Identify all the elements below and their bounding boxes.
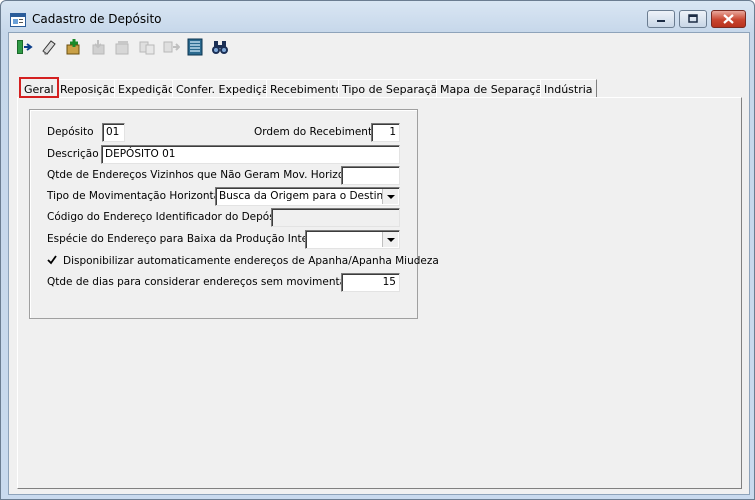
save-button[interactable] [88,35,110,59]
especie-endereco-select[interactable] [305,230,400,249]
save-icon [92,40,105,55]
new-button[interactable] [63,35,85,59]
minimize-button[interactable] [647,10,675,28]
tab-mapa-separacao[interactable]: Mapa de Separação [436,79,553,98]
tab-recebimento[interactable]: Recebimento [266,79,347,98]
close-button[interactable] [711,10,746,28]
codigo-endereco-input[interactable] [271,208,400,227]
tab-reposicao[interactable]: Reposição [56,79,120,98]
qtde-vizinhos-input[interactable] [341,166,400,185]
tab-expedicao[interactable]: Expedição [114,79,179,98]
eraser-icon [42,40,56,55]
disponibilizar-checkbox[interactable] [46,254,58,266]
copy-button[interactable] [136,35,158,59]
descricao-label: Descrição [47,148,99,160]
qtde-dias-label: Qtde de dias para considerar endereços s… [47,276,365,288]
chevron-down-icon[interactable] [382,232,398,247]
ordem-recebimento-input[interactable]: 1 [371,123,400,142]
list-button[interactable] [184,35,206,59]
tab-tipo-separacao[interactable]: Tipo de Separação [338,79,449,98]
tab-industria[interactable]: Indústria [540,79,597,98]
general-form-group: Depósito 01 Ordem do Recebimento 1 Descr… [29,109,439,319]
qtde-vizinhos-label: Qtde de Endereços Vizinhos que Não Geram… [47,169,365,181]
erase-button[interactable] [38,35,60,59]
descricao-input[interactable]: DEPÓSITO 01 [101,145,400,164]
close-icon [723,14,734,24]
toolbar [11,35,747,61]
cancel-edit-button[interactable] [112,35,134,59]
tipo-movimentacao-value: Busca da Origem para o Destino [219,190,390,202]
app-window-icon [10,13,26,27]
title-bar[interactable]: Cadastro de Depósito [1,1,754,35]
tab-confer-expedicao[interactable]: Confer. Expedição [172,79,280,98]
tipo-movimentacao-label: Tipo de Movimentação Horizontal [47,190,223,202]
copy-icon [139,41,155,55]
exit-door-icon [17,40,33,54]
especie-endereco-label: Espécie do Endereço para Baixa da Produç… [47,233,326,245]
disponibilizar-label[interactable]: Disponibilizar automaticamente endereços… [63,255,439,267]
maximize-button[interactable] [679,10,707,28]
checkmark-icon [47,255,57,265]
new-record-icon [66,39,80,55]
delete-button[interactable] [160,35,182,59]
cancel-edit-icon [115,41,129,55]
search-button[interactable] [209,35,231,59]
deposito-label: Depósito [47,126,94,138]
grid-list-icon [187,38,203,56]
chevron-down-icon[interactable] [382,189,398,204]
exit-button[interactable] [13,35,35,59]
delete-icon [163,41,180,53]
ordem-recebimento-label: Ordem do Recebimento [254,126,379,138]
codigo-endereco-label: Código do Endereço Identificador do Depó… [47,211,289,223]
tab-geral[interactable]: Geral [19,77,59,98]
minimize-icon [657,20,665,22]
client-area: Geral Reposição Expedição Confer. Expedi… [8,32,750,495]
maximize-icon [688,14,698,23]
qtde-dias-input[interactable]: 15 [341,273,400,292]
window-title: Cadastro de Depósito [32,12,162,26]
deposito-input[interactable]: 01 [102,123,125,142]
tipo-movimentacao-select[interactable]: Busca da Origem para o Destino [215,187,400,206]
tab-panel-geral: Depósito 01 Ordem do Recebimento 1 Descr… [17,97,742,489]
app-window: Cadastro de Depósito Geral Reposição Exp… [0,0,755,500]
binoculars-icon [212,41,228,54]
